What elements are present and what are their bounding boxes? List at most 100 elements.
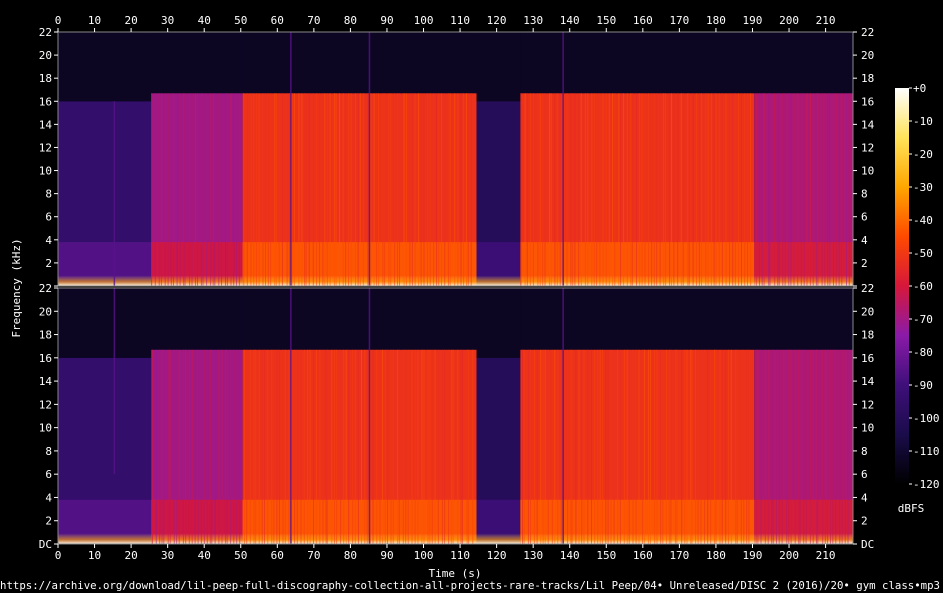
- texture-line: [340, 349, 342, 544]
- y-tick-label-right: 18: [861, 72, 874, 85]
- texture-line: [281, 93, 283, 286]
- texture-line: [682, 93, 684, 286]
- texture-line: [575, 349, 577, 544]
- texture-line: [300, 349, 302, 544]
- y-tick-label-left: 6: [45, 211, 52, 224]
- y-tick-label-left: 20: [39, 305, 52, 318]
- texture-line: [581, 349, 583, 544]
- texture-line: [294, 349, 296, 544]
- y-tick-label-right: 2: [861, 515, 868, 528]
- texture-line: [345, 93, 347, 286]
- texture-line: [423, 93, 425, 286]
- y-tick-label-left: 18: [39, 329, 52, 342]
- texture-line: [710, 93, 712, 286]
- texture-line: [635, 349, 637, 544]
- texture-line: [264, 349, 265, 544]
- texture-line: [326, 349, 328, 544]
- texture-line: [444, 349, 446, 544]
- texture-line: [612, 93, 614, 286]
- texture-line: [788, 349, 790, 544]
- x-tick-label-bottom: 30: [161, 549, 174, 562]
- spectrogram-channel-2: [57, 287, 854, 545]
- texture-line: [727, 349, 729, 544]
- texture-line: [626, 93, 628, 286]
- texture-line: [830, 349, 831, 544]
- colorbar: +0 -10 -20 -30 -40 -50 -60 -70 -80 -90 -100 -110 -12…: [895, 82, 940, 491]
- texture-line: [364, 349, 366, 544]
- texture-line: [154, 93, 156, 286]
- texture-line: [243, 93, 245, 286]
- texture-line: [755, 349, 757, 544]
- transient-spike: [113, 288, 116, 475]
- segment-lowband: [520, 533, 755, 544]
- texture-line: [523, 349, 525, 544]
- texture-line: [244, 349, 245, 544]
- texture-line: [429, 93, 431, 286]
- texture-line: [747, 93, 748, 286]
- x-tick-label-top: 200: [779, 14, 799, 27]
- texture-line: [571, 349, 573, 544]
- texture-line: [848, 93, 850, 286]
- texture-line: [470, 93, 472, 286]
- texture-line: [596, 93, 598, 286]
- x-tick-label-top: 170: [669, 14, 689, 27]
- texture-line: [740, 349, 742, 544]
- texture-line: [367, 93, 369, 286]
- texture-line: [617, 349, 619, 544]
- texture-line: [334, 349, 335, 544]
- texture-line: [824, 349, 826, 544]
- texture-line: [798, 349, 800, 544]
- y-tick-label-left: DC: [39, 538, 52, 551]
- texture-line: [189, 93, 191, 286]
- texture-line: [308, 93, 310, 286]
- texture-line: [427, 349, 429, 544]
- texture-line: [209, 349, 211, 544]
- texture-line: [532, 93, 534, 286]
- texture-line: [417, 349, 419, 544]
- texture-line: [206, 93, 208, 286]
- texture-line: [605, 93, 607, 286]
- texture-line: [607, 349, 609, 544]
- texture-line: [781, 349, 783, 544]
- texture-line: [776, 349, 777, 544]
- texture-line: [659, 93, 661, 286]
- texture-line: [218, 349, 220, 544]
- texture-line: [822, 349, 824, 544]
- texture-line: [399, 93, 400, 286]
- texture-line: [651, 93, 653, 286]
- texture-line: [460, 93, 462, 286]
- texture-line: [309, 349, 311, 544]
- texture-line: [803, 349, 805, 544]
- texture-line: [151, 93, 153, 286]
- texture-line: [700, 349, 702, 544]
- texture-line: [788, 93, 790, 286]
- texture-line: [370, 93, 372, 286]
- texture-line: [160, 93, 162, 286]
- texture-line: [331, 349, 333, 544]
- texture-line: [539, 93, 541, 286]
- segment-hf: [242, 288, 477, 350]
- texture-line: [829, 93, 831, 286]
- segment-hf: [520, 32, 755, 94]
- texture-line: [549, 93, 550, 286]
- texture-line: [233, 349, 235, 544]
- texture-line: [698, 93, 700, 286]
- texture-line: [554, 93, 556, 286]
- texture-line: [524, 93, 526, 286]
- texture-line: [601, 349, 603, 544]
- y-tick-label-right: 18: [861, 329, 874, 342]
- texture-line: [707, 349, 709, 544]
- texture-line: [587, 349, 589, 544]
- texture-line: [221, 349, 223, 544]
- colorbar-tick-label: -70: [913, 313, 933, 326]
- texture-line: [580, 93, 582, 286]
- texture-line: [786, 349, 788, 544]
- texture-line: [390, 93, 392, 286]
- texture-line: [214, 93, 216, 286]
- texture-line: [715, 349, 717, 544]
- texture-line: [669, 93, 671, 286]
- texture-line: [466, 349, 468, 544]
- colorbar-tick-label: -90: [913, 379, 933, 392]
- colorbar-tick-label: +0: [913, 82, 926, 95]
- texture-line: [407, 349, 409, 544]
